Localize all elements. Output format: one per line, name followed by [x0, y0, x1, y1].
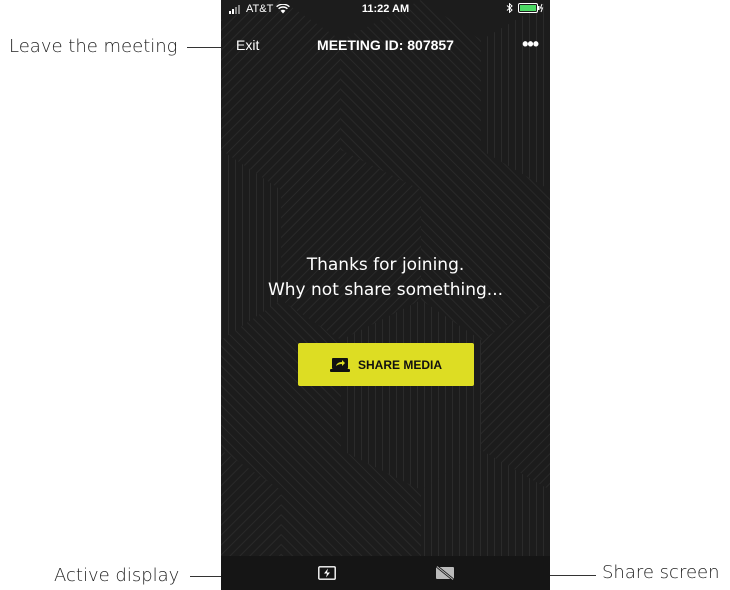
callout-share-screen: Share screen: [602, 562, 720, 583]
share-screen-off-icon: [436, 565, 454, 581]
share-media-icon: [329, 357, 350, 372]
callout-active-display: Active display: [54, 565, 180, 586]
message-line-2: Why not share something...: [267, 280, 504, 300]
battery-icon: [518, 3, 544, 13]
active-display-icon: [318, 566, 336, 580]
bottom-toolbar: [221, 556, 550, 590]
message-line-1: Thanks for joining.: [306, 255, 465, 275]
meeting-id-label: MEETING ID: 807857: [317, 37, 454, 53]
more-options-button[interactable]: •••: [522, 34, 539, 55]
phone-screen: AT&T 11:22 AM Exit MEETING ID: 807857 ••…: [221, 0, 550, 590]
share-screen-button[interactable]: [436, 565, 454, 585]
share-media-button[interactable]: SHARE MEDIA: [298, 343, 474, 386]
callout-leave-meeting: Leave the meeting: [9, 36, 178, 57]
active-display-button[interactable]: [318, 566, 336, 585]
status-time: 11:22 AM: [361, 3, 410, 15]
status-bar: AT&T 11:22 AM: [221, 0, 550, 20]
bluetooth-icon: [506, 3, 513, 13]
meeting-header: Exit MEETING ID: 807857 •••: [221, 34, 550, 60]
status-right: [506, 3, 544, 13]
share-media-label: SHARE MEDIA: [357, 357, 442, 372]
